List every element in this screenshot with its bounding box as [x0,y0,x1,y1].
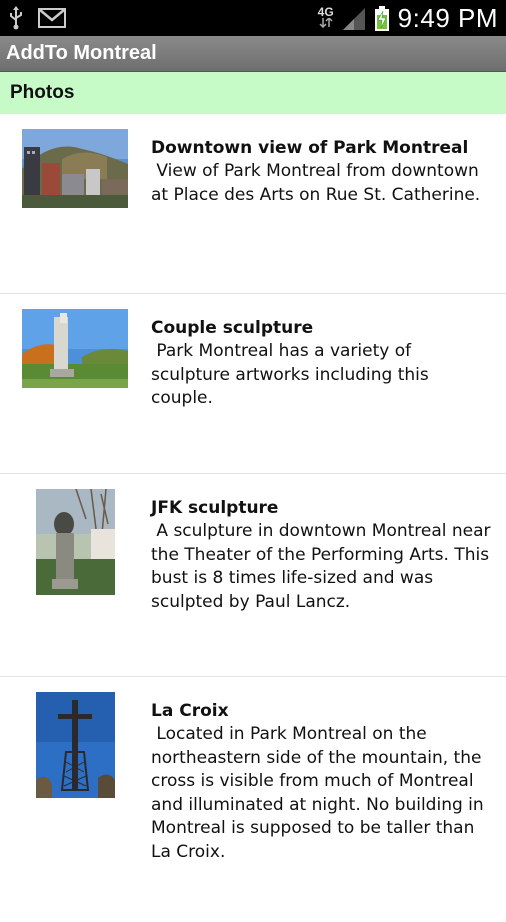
status-left [8,6,66,30]
thumbnail-wrap [0,309,150,388]
item-title: Couple sculpture [151,318,314,338]
photo-thumbnail [22,129,128,208]
battery-icon [374,5,389,31]
item-title: La Croix [151,701,229,721]
gmail-icon [38,8,66,28]
item-text: La Croix Located in Park Montreal on the… [151,699,494,864]
usb-icon [10,6,22,30]
list-item[interactable]: JFK sculpture A sculpture in downtown Mo… [0,474,506,677]
item-description: Located in Park Montreal on the northeas… [151,724,490,862]
photo-thumbnail [35,692,115,798]
thumbnail-wrap [0,489,150,595]
section-header: Photos [0,72,506,114]
network-indicator: 4G [317,5,334,30]
list-item[interactable]: Downtown view of Park Montreal View of P… [0,114,506,294]
data-arrows-icon [319,16,333,29]
thumbnail-wrap [0,692,150,798]
network-type: 4G [317,5,334,19]
item-text: Couple sculpture Park Montreal has a var… [151,316,494,411]
status-right: 4G 9:49 PM [318,3,498,34]
list-item[interactable]: La Croix Located in Park Montreal on the… [0,677,506,922]
photo-thumbnail [22,309,128,388]
item-text: JFK sculpture A sculpture in downtown Mo… [151,496,494,614]
item-text: Downtown view of Park Montreal View of P… [151,136,494,207]
photo-thumbnail [35,489,115,595]
signal-icon [342,7,365,30]
section-title: Photos [10,82,75,103]
app-title: AddTo Montreal [6,42,157,64]
item-title: JFK sculpture [151,498,279,518]
status-bar: 4G 9:49 PM [0,0,506,36]
app-title-bar: AddTo Montreal [0,36,506,72]
list-item[interactable]: Couple sculpture Park Montreal has a var… [0,294,506,474]
item-description: View of Park Montreal from downtown at P… [151,161,485,205]
clock: 9:49 PM [397,3,498,33]
item-description: A sculpture in downtown Montreal near th… [151,521,496,612]
item-description: Park Montreal has a variety of sculpture… [151,341,435,408]
photo-list: Downtown view of Park Montreal View of P… [0,114,506,922]
item-title: Downtown view of Park Montreal [151,138,469,158]
thumbnail-wrap [0,129,150,208]
